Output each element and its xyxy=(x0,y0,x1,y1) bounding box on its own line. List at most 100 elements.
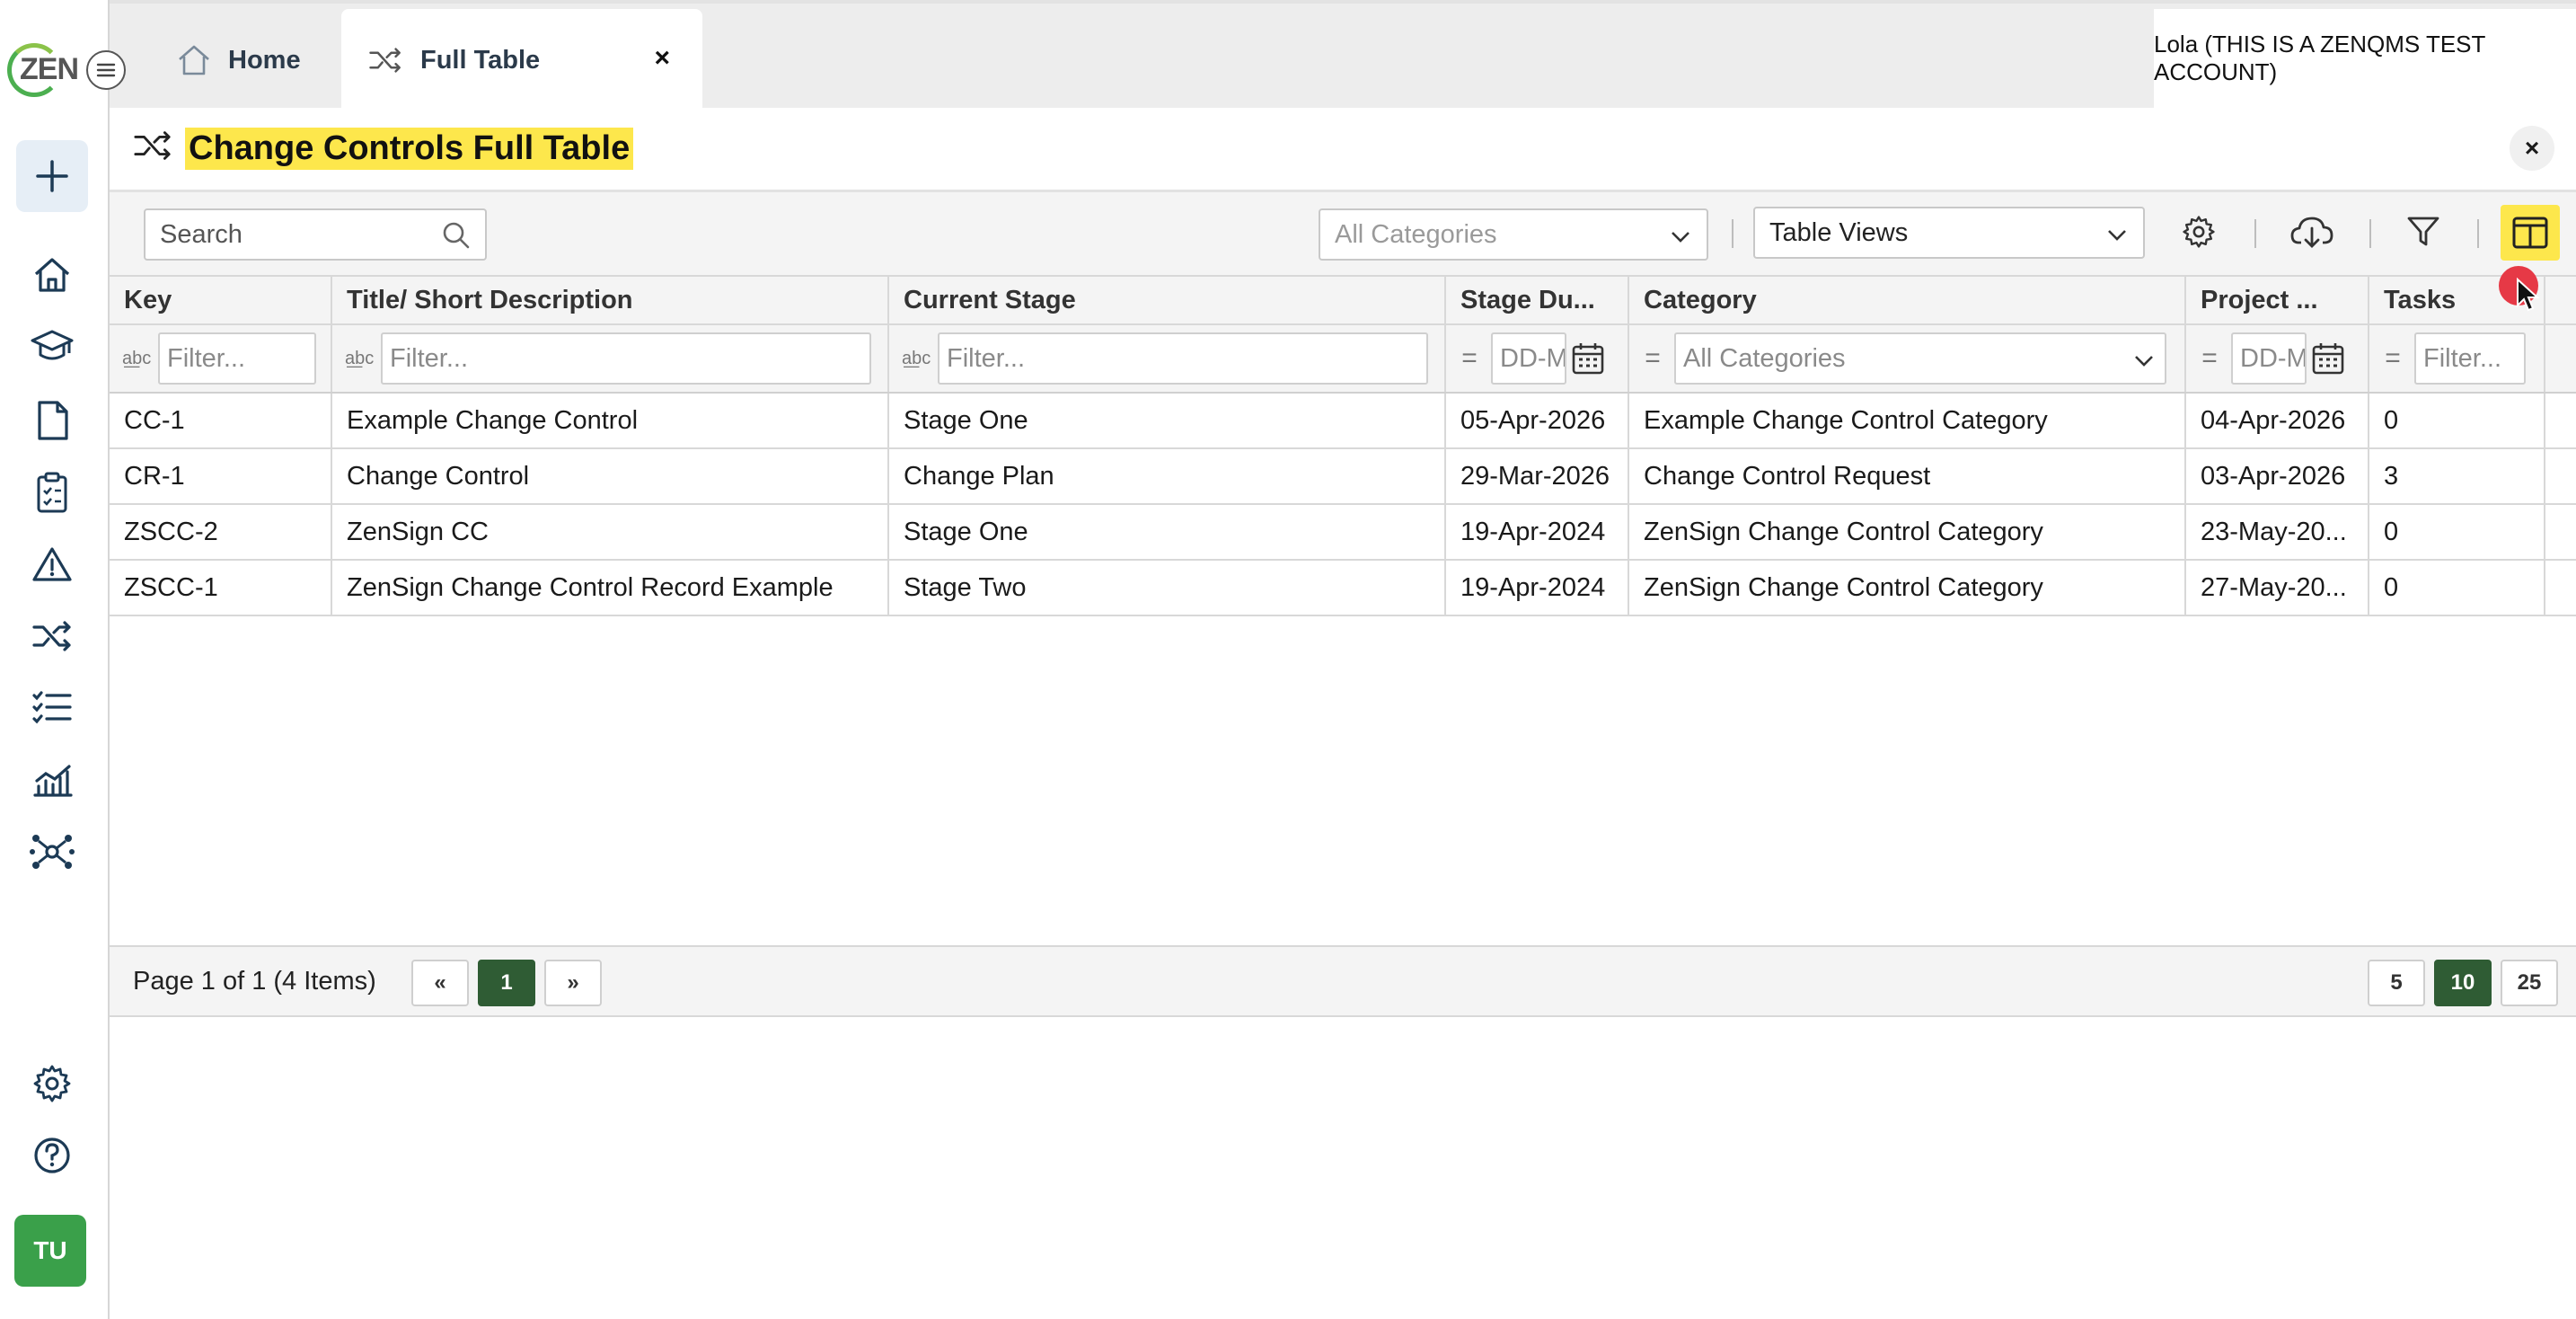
row-project: 04-Apr-2026 xyxy=(2186,394,2369,447)
row-tasks-link[interactable]: 0 xyxy=(2369,394,2545,447)
filter-button[interactable] xyxy=(2398,207,2448,257)
mouse-cursor-icon xyxy=(2517,277,2540,312)
row-key-link[interactable]: CC-1 xyxy=(110,394,332,447)
row-key-link[interactable]: ZSCC-1 xyxy=(110,561,332,615)
prev-page-button[interactable]: « xyxy=(411,960,469,1006)
row-spacer xyxy=(2545,394,2576,447)
filter-input-project[interactable]: DD-M xyxy=(2231,332,2307,385)
page-size-10-button[interactable]: 10 xyxy=(2434,960,2492,1006)
column-header-key[interactable]: Key xyxy=(110,277,332,323)
row-project: 03-Apr-2026 xyxy=(2186,449,2369,503)
row-tasks-link[interactable]: 3 xyxy=(2369,449,2545,503)
clipboard-icon xyxy=(37,472,67,513)
nav-network[interactable] xyxy=(27,827,77,877)
column-header-current-stage[interactable]: Current Stage xyxy=(889,277,1446,323)
column-header-project[interactable]: Project ... xyxy=(2186,277,2369,323)
nav-training[interactable] xyxy=(27,322,77,372)
filter-input-key[interactable]: Filter... xyxy=(158,332,316,385)
filter-select-category[interactable]: All Categories xyxy=(1674,332,2166,385)
table-header-row: Key Title/ Short Description Current Sta… xyxy=(110,275,2576,325)
row-stage-due: 05-Apr-2026 xyxy=(1446,394,1629,447)
nav-audits[interactable] xyxy=(27,467,77,518)
row-category: ZenSign Change Control Category xyxy=(1629,505,2186,559)
toolbar-divider xyxy=(2477,219,2479,248)
row-title: Change Control xyxy=(332,449,889,503)
chart-icon xyxy=(33,765,73,797)
tab-full-table[interactable]: Full Table × xyxy=(341,9,702,111)
nav-change-control[interactable] xyxy=(27,611,77,661)
calendar-icon[interactable] xyxy=(2310,341,2346,376)
zen-logo[interactable]: ZEN xyxy=(4,36,79,97)
column-header-stage-due[interactable]: Stage Du... xyxy=(1446,277,1629,323)
nav-help[interactable] xyxy=(27,1130,77,1181)
table-row[interactable]: ZSCC-2 ZenSign CC Stage One 19-Apr-2024 … xyxy=(110,505,2576,561)
row-title: ZenSign Change Control Record Example xyxy=(332,561,889,615)
close-tab-icon[interactable]: × xyxy=(654,43,670,74)
filter-input-title[interactable]: Filter... xyxy=(381,332,871,385)
column-header-spacer xyxy=(2545,277,2576,323)
left-sidebar: ZEN TU xyxy=(0,0,110,1319)
tab-full-table-label: Full Table xyxy=(420,45,541,75)
filter-input-current-stage[interactable]: Filter... xyxy=(938,332,1428,385)
equals-operator-icon[interactable]: = xyxy=(1642,343,1663,374)
network-icon xyxy=(30,835,75,869)
page-header: Change Controls Full Table × xyxy=(110,108,2576,192)
nav-home[interactable] xyxy=(27,250,77,300)
gear-icon xyxy=(33,1065,71,1102)
tab-home[interactable]: Home xyxy=(176,9,301,111)
page-1-button[interactable]: 1 xyxy=(478,960,535,1006)
user-avatar[interactable]: TU xyxy=(14,1215,86,1287)
row-tasks-link[interactable]: 0 xyxy=(2369,505,2545,559)
nav-reports[interactable] xyxy=(27,755,77,805)
equals-operator-icon[interactable]: = xyxy=(1459,343,1480,374)
toolbar-divider xyxy=(2254,219,2256,248)
tab-home-label: Home xyxy=(228,45,301,75)
row-title: Example Change Control xyxy=(332,394,889,447)
row-current-stage: Stage Two xyxy=(889,561,1446,615)
row-category: Change Control Request xyxy=(1629,449,2186,503)
row-current-stage: Change Plan xyxy=(889,449,1446,503)
row-tasks-link[interactable]: 0 xyxy=(2369,561,2545,615)
table-views-select[interactable]: Table Views xyxy=(1753,207,2145,259)
category-select[interactable]: All Categories xyxy=(1319,208,1708,261)
search-input[interactable]: Search xyxy=(144,208,487,261)
columns-icon xyxy=(2512,217,2548,249)
table-row[interactable]: CC-1 Example Change Control Stage One 05… xyxy=(110,394,2576,449)
account-label[interactable]: Lola (THIS IS A ZENQMS TEST ACCOUNT) xyxy=(2154,9,2576,108)
filter-cell-current-stage: a͟bc Filter... xyxy=(889,325,1446,392)
page-size-25-button[interactable]: 25 xyxy=(2501,960,2558,1006)
gear-icon xyxy=(2183,216,2215,248)
nav-checklists[interactable] xyxy=(27,683,77,733)
filter-cell-stage-due: = DD-M xyxy=(1446,325,1629,392)
row-stage-due: 19-Apr-2024 xyxy=(1446,561,1629,615)
nav-documents[interactable] xyxy=(27,395,77,446)
row-title: ZenSign CC xyxy=(332,505,889,559)
row-stage-due: 19-Apr-2024 xyxy=(1446,505,1629,559)
equals-operator-icon[interactable]: = xyxy=(2382,343,2404,374)
column-layout-toggle[interactable] xyxy=(2501,205,2560,261)
download-button[interactable] xyxy=(2287,207,2337,257)
table-row[interactable]: CR-1 Change Control Change Plan 29-Mar-2… xyxy=(110,449,2576,505)
column-header-category[interactable]: Category xyxy=(1629,277,2186,323)
row-current-stage: Stage One xyxy=(889,394,1446,447)
calendar-icon[interactable] xyxy=(1570,341,1606,376)
page-size-5-button[interactable]: 5 xyxy=(2368,960,2425,1006)
column-header-title[interactable]: Title/ Short Description xyxy=(332,277,889,323)
table-settings-button[interactable] xyxy=(2174,207,2224,257)
close-page-button[interactable]: × xyxy=(2510,126,2554,171)
next-page-button[interactable]: » xyxy=(544,960,602,1006)
filter-input-stage-due[interactable]: DD-M xyxy=(1491,332,1566,385)
table-row[interactable]: ZSCC-1 ZenSign Change Control Record Exa… xyxy=(110,561,2576,616)
row-current-stage: Stage One xyxy=(889,505,1446,559)
equals-operator-icon[interactable]: = xyxy=(2199,343,2220,374)
sidebar-collapse-button[interactable] xyxy=(86,50,126,90)
row-key-link[interactable]: ZSCC-2 xyxy=(110,505,332,559)
table-filter-row: a͟bc Filter... a͟bc Filter... a͟bc Filte… xyxy=(110,325,2576,394)
filter-cell-tasks: = Filter... xyxy=(2369,325,2545,392)
nav-deviations[interactable] xyxy=(27,539,77,589)
nav-settings[interactable] xyxy=(27,1058,77,1109)
row-key-link[interactable]: CR-1 xyxy=(110,449,332,503)
create-new-button[interactable] xyxy=(16,140,88,212)
home-icon xyxy=(179,45,209,75)
filter-input-tasks[interactable]: Filter... xyxy=(2414,332,2526,385)
